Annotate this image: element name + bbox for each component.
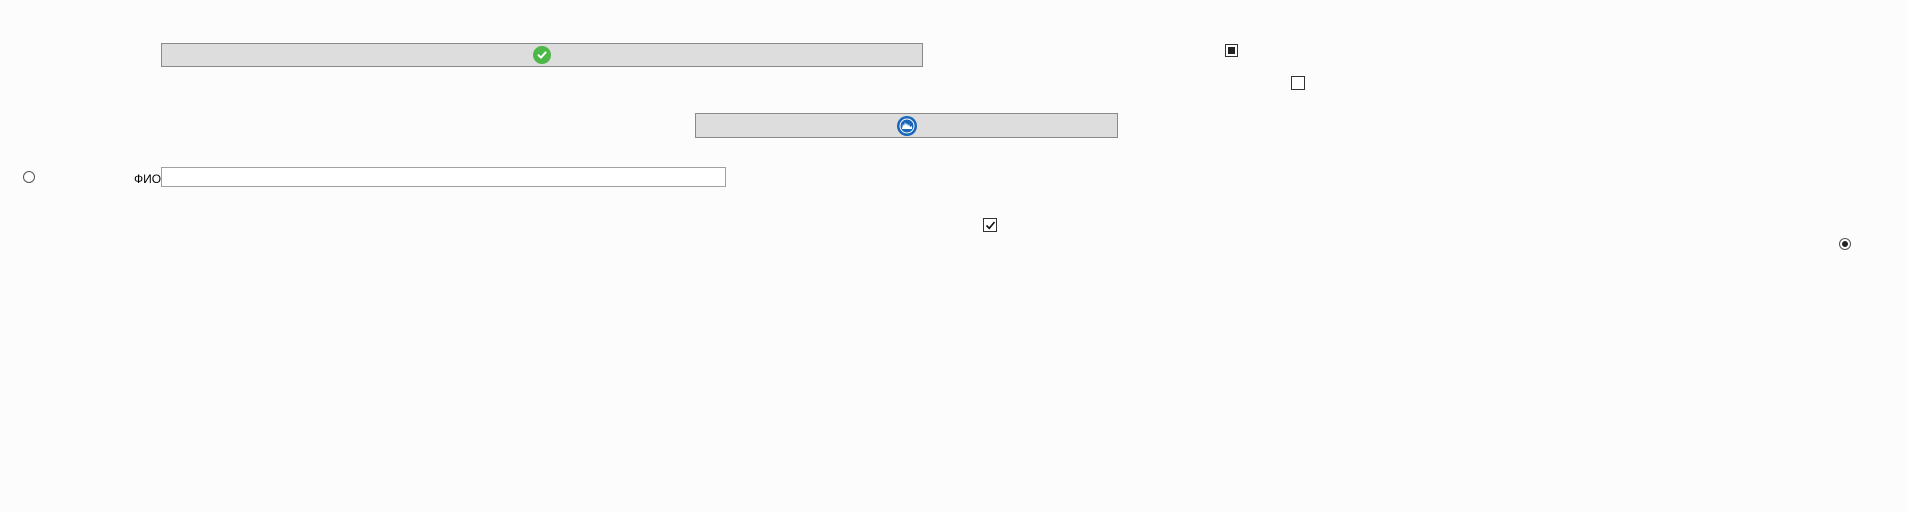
checkbox-unchecked[interactable] — [1291, 76, 1305, 90]
globe-icon — [896, 115, 917, 136]
radio-unselected[interactable] — [23, 171, 35, 183]
form-page: ФИО — [0, 0, 1908, 512]
globe-button[interactable] — [695, 113, 1118, 138]
indeterminate-mark — [1228, 47, 1235, 54]
fio-input[interactable] — [161, 167, 726, 187]
checkbox-checked[interactable] — [983, 218, 997, 232]
check-circle-icon — [533, 46, 551, 64]
radio-selected[interactable] — [1839, 238, 1851, 250]
radio-dot — [1842, 241, 1848, 247]
fio-label: ФИО — [134, 172, 162, 186]
checkmark-icon — [985, 220, 995, 229]
checkbox-indeterminate[interactable] — [1225, 44, 1238, 57]
confirm-button[interactable] — [161, 43, 923, 67]
